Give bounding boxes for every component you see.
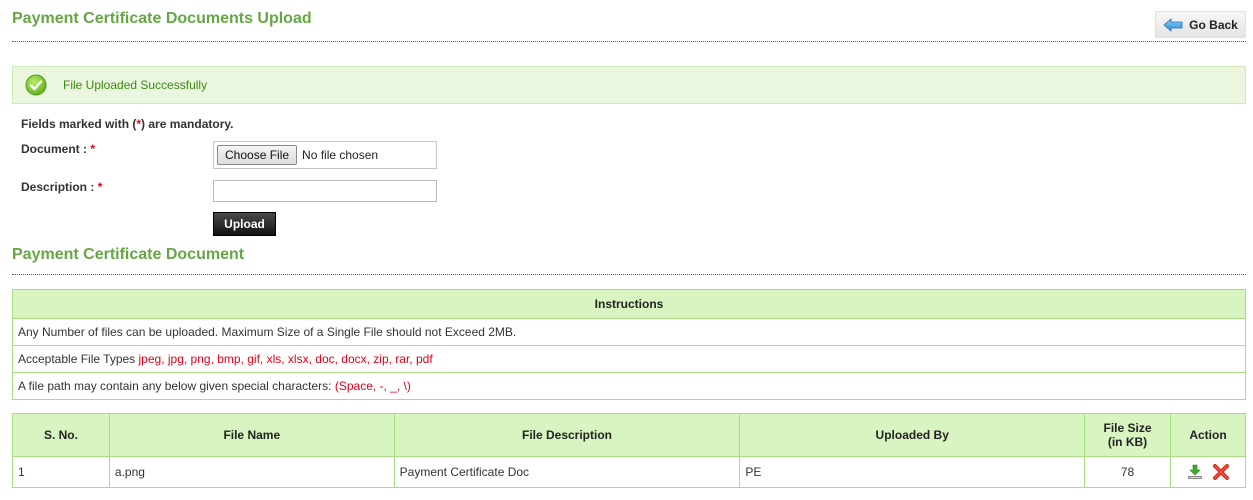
- document-file-input[interactable]: Choose File No file chosen: [213, 141, 437, 169]
- description-label-text: Description :: [21, 180, 95, 194]
- file-size-header-line1: File Size: [1103, 421, 1152, 435]
- cell-action: [1169, 456, 1247, 488]
- cell-file-size: 78: [1084, 456, 1171, 488]
- document-label-text: Document :: [21, 142, 87, 156]
- go-back-label: Go Back: [1189, 17, 1238, 32]
- section-title: Payment Certificate Document: [12, 246, 245, 263]
- page-title: Payment Certificate Documents Upload: [12, 10, 312, 27]
- instruction-row: Acceptable File Types jpeg, jpg, png, bm…: [12, 345, 1246, 373]
- required-star: *: [90, 142, 96, 156]
- action-icons: [1176, 463, 1240, 481]
- description-label: Description : *: [21, 180, 102, 194]
- upload-button[interactable]: Upload: [213, 212, 276, 236]
- go-back-button[interactable]: Go Back: [1155, 11, 1246, 38]
- delete-icon[interactable]: [1212, 463, 1230, 481]
- required-star: *: [97, 180, 103, 194]
- instruction-row: Any Number of files can be uploaded. Max…: [12, 318, 1246, 346]
- special-chars-label: A file path may contain any below given …: [18, 379, 335, 393]
- instructions-header-row: Instructions: [12, 289, 1246, 319]
- column-header-file-size: File Size (in KB): [1084, 413, 1171, 457]
- instructions-table: Instructions Any Number of files can be …: [12, 289, 1246, 400]
- file-size-header-line2: (in KB): [1107, 435, 1148, 449]
- column-header-sno: S. No.: [12, 413, 110, 457]
- description-input[interactable]: [213, 180, 437, 202]
- instructions-heading: Instructions: [12, 289, 1246, 319]
- instruction-max-size: Any Number of files can be uploaded. Max…: [12, 318, 1246, 346]
- file-types-list: jpeg, jpg, png, bmp, gif, xls, xlsx, doc…: [138, 352, 433, 366]
- cell-uploaded-by: PE: [739, 456, 1086, 488]
- mandatory-note-suffix: ) are mandatory.: [141, 117, 234, 131]
- files-table: S. No. File Name File Description Upload…: [12, 413, 1247, 488]
- left-arrow-icon: [1163, 17, 1183, 32]
- choose-file-button[interactable]: Choose File: [217, 145, 298, 165]
- mandatory-note: Fields marked with (*) are mandatory.: [21, 117, 234, 131]
- cell-file-description: Payment Certificate Doc: [393, 456, 741, 488]
- file-types-label: Acceptable File Types: [18, 352, 139, 366]
- cell-sno: 1: [12, 456, 110, 488]
- check-circle-icon: [25, 74, 47, 96]
- instruction-special-chars: A file path may contain any below given …: [12, 372, 1246, 400]
- cell-file-name: a.png: [108, 456, 395, 488]
- column-header-file-description: File Description: [393, 413, 741, 457]
- special-chars-list: (Space, -, _, \): [334, 379, 411, 393]
- document-label: Document : *: [21, 142, 95, 156]
- column-header-action: Action: [1169, 413, 1247, 457]
- section-divider: [12, 274, 1246, 275]
- column-header-uploaded-by: Uploaded By: [739, 413, 1086, 457]
- table-header-row: S. No. File Name File Description Upload…: [12, 413, 1247, 457]
- table-row: 1 a.png Payment Certificate Doc PE 78: [12, 456, 1247, 488]
- instruction-row: A file path may contain any below given …: [12, 372, 1246, 400]
- file-status: No file chosen: [302, 148, 379, 162]
- column-header-file-name: File Name: [108, 413, 395, 457]
- download-icon[interactable]: [1186, 463, 1204, 481]
- success-message: File Uploaded Successfully: [63, 78, 208, 92]
- success-alert: File Uploaded Successfully: [12, 66, 1246, 104]
- mandatory-note-prefix: Fields marked with (: [21, 117, 137, 131]
- instruction-file-types: Acceptable File Types jpeg, jpg, png, bm…: [12, 345, 1246, 373]
- title-divider: [12, 41, 1246, 42]
